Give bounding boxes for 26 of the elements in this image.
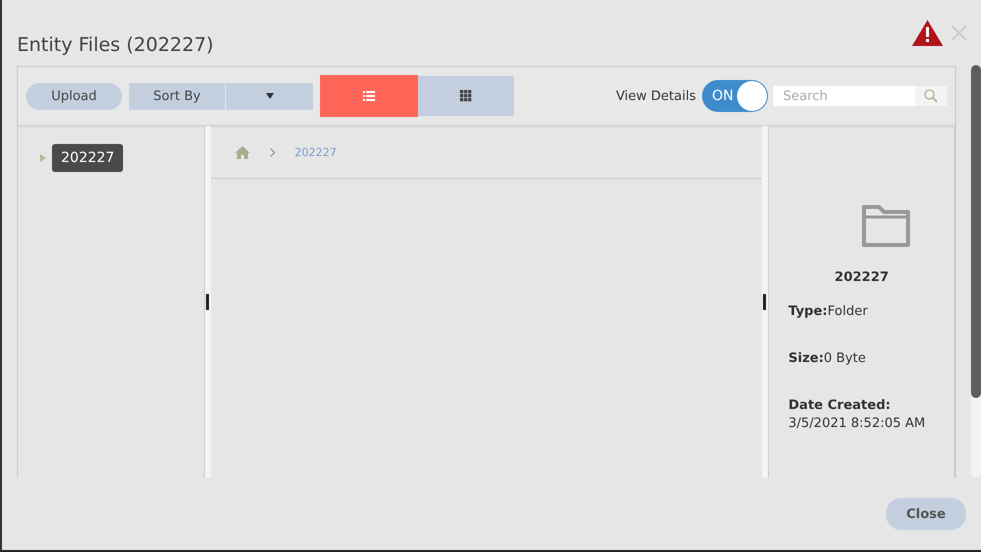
folder-node[interactable]: 202227 bbox=[52, 144, 124, 172]
search-field[interactable]: Search bbox=[773, 86, 915, 106]
sort-by-button[interactable]: Sort By bbox=[129, 82, 225, 110]
chevron-icon bbox=[270, 148, 275, 156]
search-icon bbox=[924, 89, 938, 103]
detail-field: Type:Folder bbox=[788, 303, 954, 321]
view-details-label: View Details bbox=[616, 88, 696, 104]
detail-field: Size:0 Byte bbox=[788, 350, 954, 368]
close-icon[interactable] bbox=[951, 25, 967, 41]
caret-icon bbox=[266, 93, 274, 99]
list-icon bbox=[363, 91, 375, 101]
sort-dropdown[interactable] bbox=[225, 82, 313, 110]
upload-button[interactable]: Upload bbox=[26, 82, 122, 110]
warning-icon bbox=[912, 20, 943, 46]
dialog-title: Entity Files (202227) bbox=[17, 34, 214, 56]
grid-icon bbox=[460, 90, 472, 102]
view-details-toggle[interactable]: ON bbox=[702, 80, 768, 112]
scrollbar[interactable] bbox=[971, 65, 981, 478]
expand-arrow-icon[interactable] bbox=[40, 154, 46, 162]
file-name: 202227 bbox=[834, 270, 890, 285]
home-icon[interactable] bbox=[234, 146, 250, 158]
search-button[interactable] bbox=[915, 86, 947, 106]
folder-icon bbox=[861, 204, 912, 248]
grid-view-button[interactable] bbox=[418, 76, 514, 116]
detail-field: Date Created: 3/5/2021 8:52:05 AM bbox=[788, 397, 954, 433]
close-button[interactable]: Close bbox=[886, 498, 966, 530]
